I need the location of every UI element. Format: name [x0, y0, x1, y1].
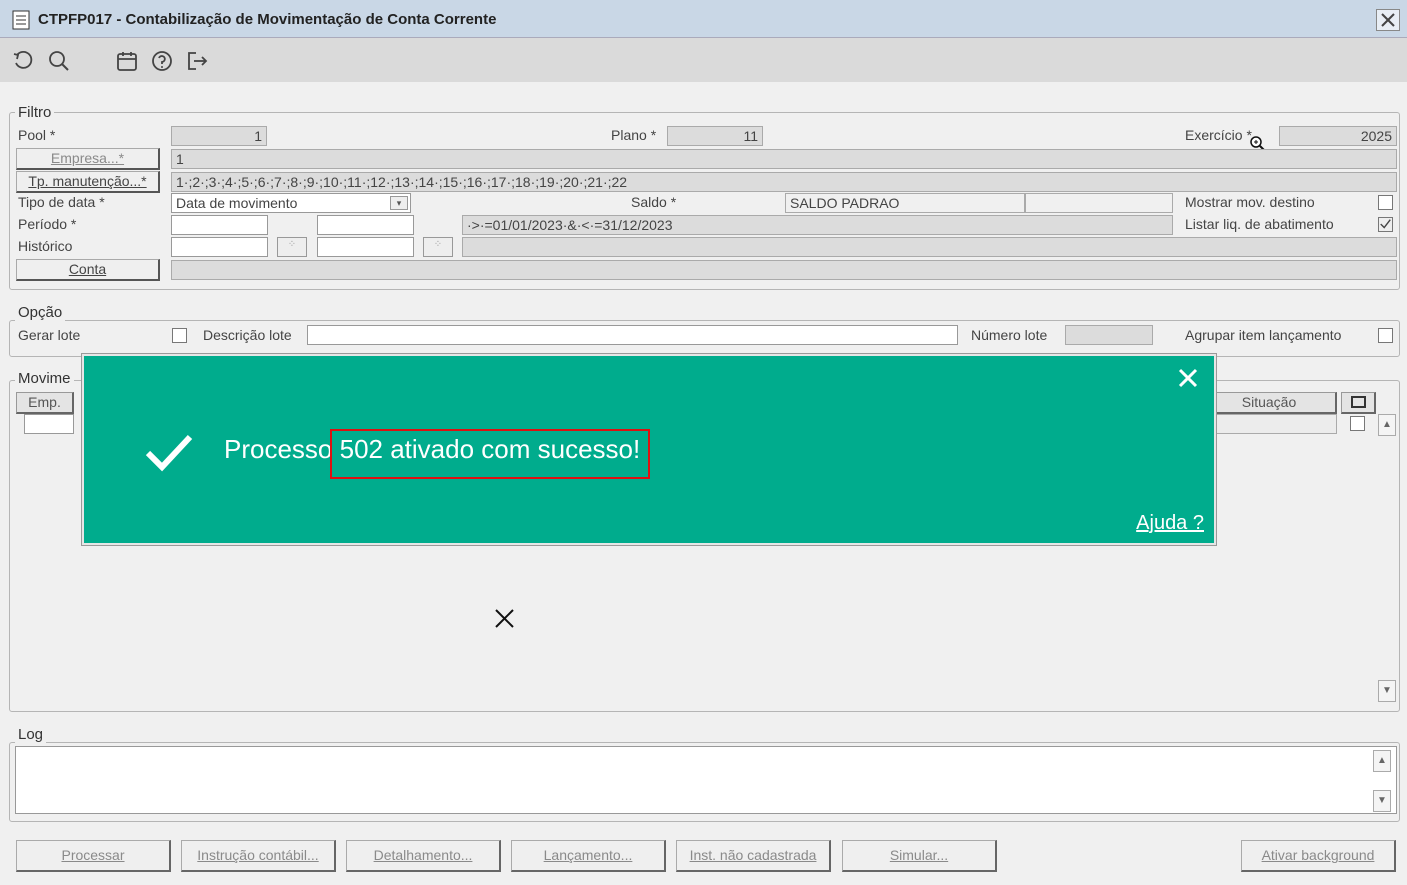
- empresa-button[interactable]: Empresa...*: [16, 148, 160, 170]
- close-icon[interactable]: [1176, 366, 1200, 390]
- grid-cell-situacao[interactable]: [1202, 414, 1337, 434]
- descricao-lote-label: Descrição lote: [203, 327, 292, 343]
- gerar-lote-label: Gerar lote: [18, 327, 81, 343]
- historico-start-field[interactable]: [171, 237, 268, 257]
- listar-liq-checkbox[interactable]: [1378, 217, 1393, 232]
- descricao-lote-field[interactable]: [307, 325, 958, 345]
- tp-manutencao-button[interactable]: Tp. manutenção...*: [16, 171, 160, 193]
- historico-end-field[interactable]: [317, 237, 414, 257]
- toast-message-prefix: Processo: [224, 434, 340, 464]
- filtro-legend: Filtro: [15, 104, 55, 121]
- simular-button[interactable]: Simular...: [842, 840, 997, 872]
- grid-cell-emp[interactable]: [24, 414, 74, 434]
- search-icon[interactable]: [48, 50, 70, 72]
- square-icon: [1351, 396, 1366, 408]
- saldo-desc-field: [1025, 193, 1173, 213]
- saldo-field[interactable]: SALDO PADRAO: [785, 193, 1025, 213]
- listar-liq-label: Listar liq. de abatimento: [1185, 216, 1334, 232]
- mostrar-mov-destino-label: Mostrar mov. destino: [1185, 194, 1315, 210]
- exit-icon[interactable]: [186, 50, 208, 72]
- lancamento-button[interactable]: Lançamento...: [511, 840, 666, 872]
- exercicio-label: Exercício *: [1185, 127, 1252, 143]
- highlight-box: [330, 429, 650, 479]
- inst-nao-cadastrada-button[interactable]: Inst. não cadastrada: [676, 840, 831, 872]
- chevron-down-icon: ▾: [390, 196, 408, 210]
- agrupar-label: Agrupar item lançamento: [1185, 327, 1342, 343]
- grid-scroll-up-button[interactable]: ▲: [1378, 414, 1396, 436]
- gerar-lote-checkbox[interactable]: [172, 328, 187, 343]
- window-title: CTPFP017 - Contabilização de Movimentaçã…: [38, 11, 497, 28]
- processar-button[interactable]: Processar: [16, 840, 171, 872]
- tipo-data-select[interactable]: Data de movimento ▾: [171, 193, 411, 213]
- tipo-data-label: Tipo de data *: [18, 194, 105, 210]
- cursor-cross-icon: [495, 609, 514, 628]
- empresa-field[interactable]: 1: [171, 149, 1397, 169]
- periodo-label: Período *: [18, 216, 77, 232]
- detalhamento-button[interactable]: Detalhamento...: [346, 840, 501, 872]
- mostrar-mov-destino-checkbox[interactable]: [1378, 195, 1393, 210]
- checkmark-icon: [1380, 219, 1391, 229]
- historico-start-picker[interactable]: ⁘: [277, 237, 307, 257]
- calendar-icon[interactable]: [116, 50, 138, 72]
- help-link[interactable]: Ajuda ?: [1136, 512, 1204, 535]
- pool-field[interactable]: 1: [171, 126, 267, 146]
- help-icon[interactable]: [151, 50, 173, 72]
- refresh-icon[interactable]: [12, 50, 34, 72]
- historico-label: Histórico: [18, 238, 73, 254]
- opcao-legend: Opção: [15, 304, 66, 321]
- grid-scroll-down-button[interactable]: ▼: [1378, 680, 1396, 702]
- periodo-end-field[interactable]: [317, 215, 414, 235]
- plano-label: Plano *: [611, 127, 657, 143]
- agrupar-checkbox[interactable]: [1378, 328, 1393, 343]
- log-textarea[interactable]: [15, 746, 1397, 814]
- grid-row-checkbox[interactable]: [1350, 416, 1365, 431]
- periodo-expression-field[interactable]: ·>·=01/01/2023·&·<·=31/12/2023: [462, 215, 1173, 235]
- historico-end-picker[interactable]: ⁘: [423, 237, 453, 257]
- periodo-start-field[interactable]: [171, 215, 268, 235]
- grid-options-button[interactable]: [1341, 392, 1376, 414]
- log-scroll-up-button[interactable]: ▲: [1373, 750, 1391, 772]
- tp-manutencao-field[interactable]: 1·;2·;3·;4·;5·;6·;7·;8·;9·;10·;11·;12·;1…: [171, 172, 1397, 192]
- log-scroll-down-button[interactable]: ▼: [1373, 790, 1391, 812]
- tipo-data-value: Data de movimento: [176, 195, 298, 211]
- document-icon: [12, 10, 30, 30]
- numero-lote-label: Número lote: [971, 327, 1048, 343]
- success-toast: Processo 502 ativado com sucesso! Ajuda …: [82, 354, 1216, 545]
- col-situacao-header[interactable]: Situação: [1202, 392, 1337, 414]
- conta-button[interactable]: Conta: [16, 259, 160, 281]
- plano-field[interactable]: 11: [667, 126, 763, 146]
- checkmark-icon: [145, 434, 193, 472]
- close-window-button[interactable]: [1376, 9, 1400, 31]
- exercicio-field[interactable]: 2025: [1279, 126, 1397, 146]
- log-legend: Log: [15, 726, 47, 743]
- pool-label: Pool *: [18, 127, 56, 143]
- instrucao-contabil-button[interactable]: Instrução contábil...: [181, 840, 336, 872]
- saldo-label: Saldo *: [631, 194, 677, 210]
- col-emp-header[interactable]: Emp.: [16, 392, 74, 414]
- title-bar: CTPFP017 - Contabilização de Movimentaçã…: [0, 0, 1407, 38]
- ativar-background-button[interactable]: Ativar background: [1241, 840, 1396, 872]
- close-icon: [1381, 13, 1395, 27]
- movimentos-legend: Movime: [15, 370, 74, 387]
- conta-field[interactable]: [171, 260, 1397, 280]
- numero-lote-field[interactable]: [1065, 325, 1153, 345]
- toolbar: [0, 38, 1407, 82]
- historico-expression-field[interactable]: [462, 237, 1397, 257]
